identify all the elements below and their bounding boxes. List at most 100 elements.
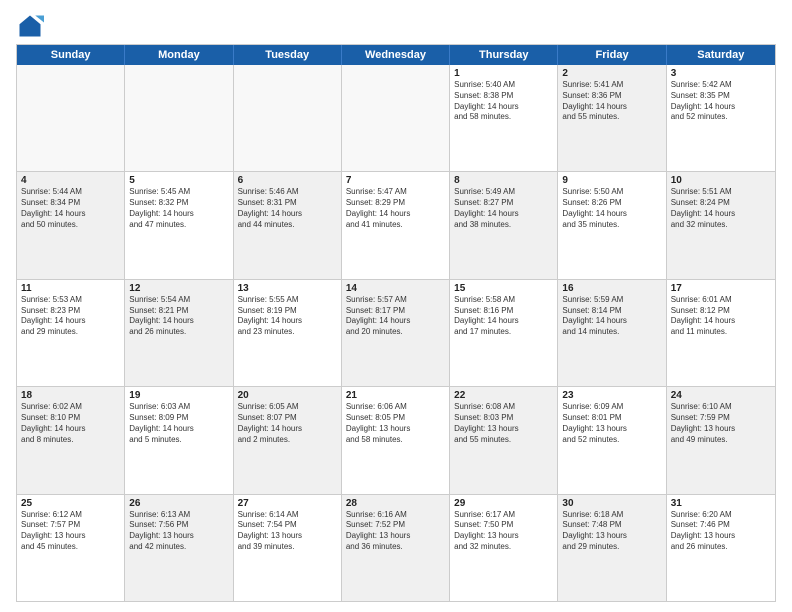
calendar-cell-23: 23Sunrise: 6:09 AM Sunset: 8:01 PM Dayli…: [558, 387, 666, 493]
cell-info-text: Sunrise: 6:20 AM Sunset: 7:46 PM Dayligh…: [671, 510, 771, 553]
calendar-cell-2: 2Sunrise: 5:41 AM Sunset: 8:36 PM Daylig…: [558, 65, 666, 171]
logo: [16, 12, 48, 40]
cell-day-number: 17: [671, 283, 771, 294]
calendar-cell-9: 9Sunrise: 5:50 AM Sunset: 8:26 PM Daylig…: [558, 172, 666, 278]
calendar-cell-1: 1Sunrise: 5:40 AM Sunset: 8:38 PM Daylig…: [450, 65, 558, 171]
cell-day-number: 3: [671, 68, 771, 79]
cell-day-number: 25: [21, 498, 120, 509]
cell-info-text: Sunrise: 6:16 AM Sunset: 7:52 PM Dayligh…: [346, 510, 445, 553]
calendar-row-3: 18Sunrise: 6:02 AM Sunset: 8:10 PM Dayli…: [17, 387, 775, 494]
calendar-cell-12: 12Sunrise: 5:54 AM Sunset: 8:21 PM Dayli…: [125, 280, 233, 386]
cell-day-number: 31: [671, 498, 771, 509]
day-header-saturday: Saturday: [667, 45, 775, 65]
cell-day-number: 1: [454, 68, 553, 79]
cell-info-text: Sunrise: 6:13 AM Sunset: 7:56 PM Dayligh…: [129, 510, 228, 553]
cell-day-number: 4: [21, 175, 120, 186]
calendar-cell-29: 29Sunrise: 6:17 AM Sunset: 7:50 PM Dayli…: [450, 495, 558, 601]
day-header-thursday: Thursday: [450, 45, 558, 65]
calendar-cell-22: 22Sunrise: 6:08 AM Sunset: 8:03 PM Dayli…: [450, 387, 558, 493]
logo-icon: [16, 12, 44, 40]
cell-day-number: 9: [562, 175, 661, 186]
cell-day-number: 28: [346, 498, 445, 509]
calendar-row-0: 1Sunrise: 5:40 AM Sunset: 8:38 PM Daylig…: [17, 65, 775, 172]
calendar-cell-30: 30Sunrise: 6:18 AM Sunset: 7:48 PM Dayli…: [558, 495, 666, 601]
cell-info-text: Sunrise: 6:09 AM Sunset: 8:01 PM Dayligh…: [562, 402, 661, 445]
calendar-cell-7: 7Sunrise: 5:47 AM Sunset: 8:29 PM Daylig…: [342, 172, 450, 278]
calendar-cell-empty-0-2: [234, 65, 342, 171]
calendar-cell-21: 21Sunrise: 6:06 AM Sunset: 8:05 PM Dayli…: [342, 387, 450, 493]
cell-info-text: Sunrise: 5:42 AM Sunset: 8:35 PM Dayligh…: [671, 80, 771, 123]
cell-info-text: Sunrise: 6:01 AM Sunset: 8:12 PM Dayligh…: [671, 295, 771, 338]
day-header-friday: Friday: [558, 45, 666, 65]
cell-info-text: Sunrise: 6:17 AM Sunset: 7:50 PM Dayligh…: [454, 510, 553, 553]
calendar-cell-28: 28Sunrise: 6:16 AM Sunset: 7:52 PM Dayli…: [342, 495, 450, 601]
calendar-body: 1Sunrise: 5:40 AM Sunset: 8:38 PM Daylig…: [17, 65, 775, 601]
cell-day-number: 20: [238, 390, 337, 401]
cell-info-text: Sunrise: 5:41 AM Sunset: 8:36 PM Dayligh…: [562, 80, 661, 123]
calendar-row-2: 11Sunrise: 5:53 AM Sunset: 8:23 PM Dayli…: [17, 280, 775, 387]
calendar-cell-20: 20Sunrise: 6:05 AM Sunset: 8:07 PM Dayli…: [234, 387, 342, 493]
cell-info-text: Sunrise: 5:53 AM Sunset: 8:23 PM Dayligh…: [21, 295, 120, 338]
cell-info-text: Sunrise: 5:55 AM Sunset: 8:19 PM Dayligh…: [238, 295, 337, 338]
calendar-row-4: 25Sunrise: 6:12 AM Sunset: 7:57 PM Dayli…: [17, 495, 775, 601]
cell-info-text: Sunrise: 6:18 AM Sunset: 7:48 PM Dayligh…: [562, 510, 661, 553]
cell-day-number: 12: [129, 283, 228, 294]
cell-day-number: 6: [238, 175, 337, 186]
calendar: SundayMondayTuesdayWednesdayThursdayFrid…: [16, 44, 776, 602]
cell-info-text: Sunrise: 5:46 AM Sunset: 8:31 PM Dayligh…: [238, 187, 337, 230]
cell-info-text: Sunrise: 6:05 AM Sunset: 8:07 PM Dayligh…: [238, 402, 337, 445]
day-headers: SundayMondayTuesdayWednesdayThursdayFrid…: [17, 45, 775, 65]
cell-day-number: 29: [454, 498, 553, 509]
calendar-cell-18: 18Sunrise: 6:02 AM Sunset: 8:10 PM Dayli…: [17, 387, 125, 493]
calendar-cell-8: 8Sunrise: 5:49 AM Sunset: 8:27 PM Daylig…: [450, 172, 558, 278]
page: SundayMondayTuesdayWednesdayThursdayFrid…: [0, 0, 792, 612]
cell-info-text: Sunrise: 5:44 AM Sunset: 8:34 PM Dayligh…: [21, 187, 120, 230]
cell-info-text: Sunrise: 6:14 AM Sunset: 7:54 PM Dayligh…: [238, 510, 337, 553]
calendar-cell-empty-0-0: [17, 65, 125, 171]
calendar-cell-6: 6Sunrise: 5:46 AM Sunset: 8:31 PM Daylig…: [234, 172, 342, 278]
cell-day-number: 24: [671, 390, 771, 401]
cell-day-number: 19: [129, 390, 228, 401]
calendar-cell-24: 24Sunrise: 6:10 AM Sunset: 7:59 PM Dayli…: [667, 387, 775, 493]
cell-day-number: 14: [346, 283, 445, 294]
calendar-row-1: 4Sunrise: 5:44 AM Sunset: 8:34 PM Daylig…: [17, 172, 775, 279]
calendar-cell-14: 14Sunrise: 5:57 AM Sunset: 8:17 PM Dayli…: [342, 280, 450, 386]
cell-info-text: Sunrise: 5:51 AM Sunset: 8:24 PM Dayligh…: [671, 187, 771, 230]
cell-info-text: Sunrise: 5:58 AM Sunset: 8:16 PM Dayligh…: [454, 295, 553, 338]
cell-info-text: Sunrise: 5:45 AM Sunset: 8:32 PM Dayligh…: [129, 187, 228, 230]
cell-day-number: 23: [562, 390, 661, 401]
cell-info-text: Sunrise: 5:59 AM Sunset: 8:14 PM Dayligh…: [562, 295, 661, 338]
cell-day-number: 15: [454, 283, 553, 294]
cell-day-number: 22: [454, 390, 553, 401]
day-header-sunday: Sunday: [17, 45, 125, 65]
calendar-cell-19: 19Sunrise: 6:03 AM Sunset: 8:09 PM Dayli…: [125, 387, 233, 493]
day-header-monday: Monday: [125, 45, 233, 65]
calendar-cell-25: 25Sunrise: 6:12 AM Sunset: 7:57 PM Dayli…: [17, 495, 125, 601]
cell-day-number: 5: [129, 175, 228, 186]
cell-day-number: 10: [671, 175, 771, 186]
calendar-cell-10: 10Sunrise: 5:51 AM Sunset: 8:24 PM Dayli…: [667, 172, 775, 278]
cell-day-number: 27: [238, 498, 337, 509]
calendar-cell-5: 5Sunrise: 5:45 AM Sunset: 8:32 PM Daylig…: [125, 172, 233, 278]
day-header-wednesday: Wednesday: [342, 45, 450, 65]
cell-day-number: 2: [562, 68, 661, 79]
cell-info-text: Sunrise: 5:54 AM Sunset: 8:21 PM Dayligh…: [129, 295, 228, 338]
cell-day-number: 21: [346, 390, 445, 401]
cell-day-number: 11: [21, 283, 120, 294]
cell-info-text: Sunrise: 5:49 AM Sunset: 8:27 PM Dayligh…: [454, 187, 553, 230]
calendar-cell-4: 4Sunrise: 5:44 AM Sunset: 8:34 PM Daylig…: [17, 172, 125, 278]
cell-info-text: Sunrise: 6:06 AM Sunset: 8:05 PM Dayligh…: [346, 402, 445, 445]
calendar-cell-31: 31Sunrise: 6:20 AM Sunset: 7:46 PM Dayli…: [667, 495, 775, 601]
cell-info-text: Sunrise: 5:50 AM Sunset: 8:26 PM Dayligh…: [562, 187, 661, 230]
cell-info-text: Sunrise: 5:40 AM Sunset: 8:38 PM Dayligh…: [454, 80, 553, 123]
cell-day-number: 18: [21, 390, 120, 401]
calendar-cell-17: 17Sunrise: 6:01 AM Sunset: 8:12 PM Dayli…: [667, 280, 775, 386]
cell-info-text: Sunrise: 6:02 AM Sunset: 8:10 PM Dayligh…: [21, 402, 120, 445]
cell-day-number: 8: [454, 175, 553, 186]
cell-info-text: Sunrise: 6:10 AM Sunset: 7:59 PM Dayligh…: [671, 402, 771, 445]
calendar-cell-15: 15Sunrise: 5:58 AM Sunset: 8:16 PM Dayli…: [450, 280, 558, 386]
header: [16, 12, 776, 40]
calendar-cell-27: 27Sunrise: 6:14 AM Sunset: 7:54 PM Dayli…: [234, 495, 342, 601]
calendar-cell-13: 13Sunrise: 5:55 AM Sunset: 8:19 PM Dayli…: [234, 280, 342, 386]
cell-info-text: Sunrise: 6:03 AM Sunset: 8:09 PM Dayligh…: [129, 402, 228, 445]
